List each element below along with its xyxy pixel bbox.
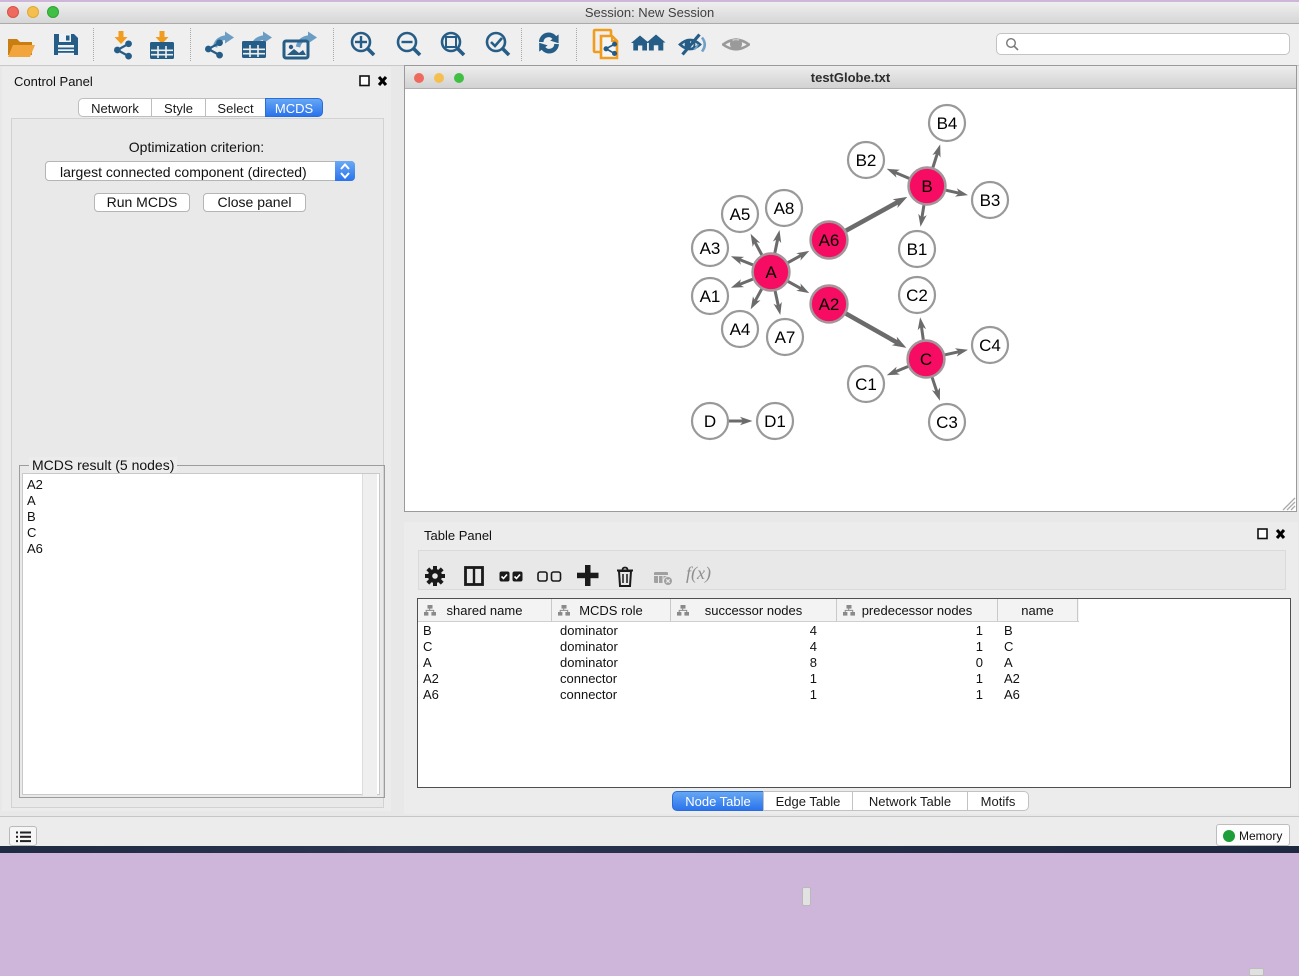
svg-text:A1: A1 [700,287,721,306]
svg-text:C: C [920,350,932,369]
svg-text:C2: C2 [906,286,928,305]
svg-text:A5: A5 [730,205,751,224]
svg-text:D: D [704,412,716,431]
svg-text:A6: A6 [819,231,840,250]
svg-text:A4: A4 [730,320,751,339]
svg-text:A8: A8 [774,199,795,218]
svg-text:A3: A3 [700,239,721,258]
svg-text:C3: C3 [936,413,958,432]
svg-text:B4: B4 [937,114,958,133]
svg-text:C4: C4 [979,336,1001,355]
svg-text:C1: C1 [855,375,877,394]
svg-text:B3: B3 [980,191,1001,210]
svg-text:B2: B2 [856,151,877,170]
svg-text:B: B [921,177,932,196]
svg-text:D1: D1 [764,412,786,431]
svg-text:A2: A2 [819,295,840,314]
svg-text:B1: B1 [907,240,928,259]
svg-text:A7: A7 [775,328,796,347]
svg-text:A: A [765,263,777,282]
